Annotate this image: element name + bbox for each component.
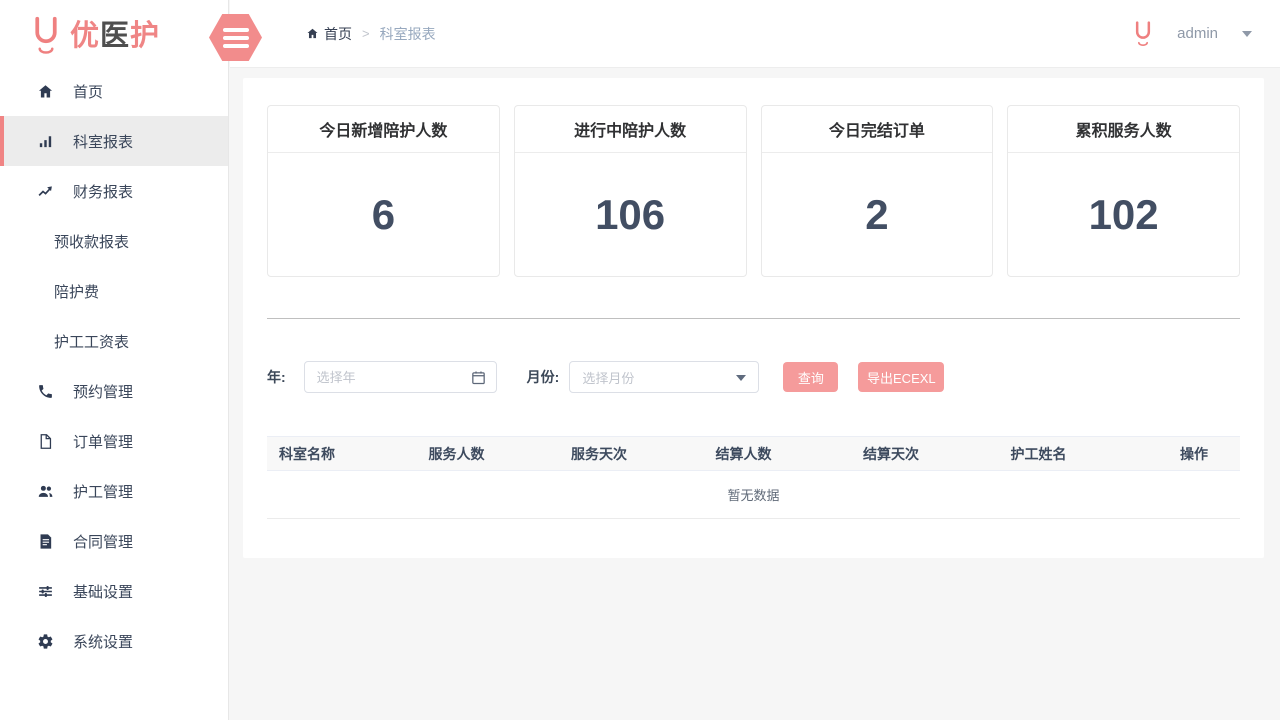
column-header: 结算人数 [670, 444, 817, 464]
top-header: 首页 > 科室报表 admin [230, 0, 1280, 68]
table-header-row: 科室名称 服务人数 服务天次 结算人数 结算天次 护工姓名 操作 [267, 436, 1240, 471]
sidebar-item-worker-salary[interactable]: 护工工资表 [0, 316, 228, 366]
home-icon [37, 83, 54, 100]
username: admin [1177, 25, 1218, 42]
sidebar-item-label: 预约管理 [73, 381, 133, 402]
breadcrumb-home-label: 首页 [324, 24, 352, 44]
breadcrumb-home-link[interactable]: 首页 [306, 24, 352, 44]
stat-card-title: 今日完结订单 [762, 106, 993, 153]
stat-card-title: 今日新增陪护人数 [268, 106, 499, 153]
content-panel: 今日新增陪护人数 6 进行中陪护人数 106 今日完结订单 2 累积服务人数 1… [243, 78, 1264, 558]
stat-card-title: 进行中陪护人数 [515, 106, 746, 153]
filter-bar: 年: 月份: 选择月份 查询 导出ECEXL [267, 361, 1240, 393]
sidebar-item-appointments[interactable]: 预约管理 [0, 366, 228, 416]
home-icon [306, 27, 319, 40]
sidebar-item-workers[interactable]: 护工管理 [0, 466, 228, 516]
stat-card-value: 102 [1008, 153, 1239, 277]
sidebar-item-home[interactable]: 首页 [0, 66, 228, 116]
brand-char: 护 [130, 20, 160, 52]
stat-card-value: 106 [515, 153, 746, 277]
year-input[interactable] [317, 363, 467, 391]
hamburger-icon [223, 36, 249, 40]
month-select[interactable]: 选择月份 [569, 361, 759, 393]
column-header: 操作 [1112, 444, 1240, 464]
year-label: 年: [267, 367, 286, 387]
trend-up-icon [37, 183, 54, 200]
sidebar-item-label: 陪护费 [54, 281, 99, 302]
file-icon [37, 433, 54, 450]
breadcrumb-current: 科室报表 [380, 24, 436, 44]
sidebar-item-system-settings[interactable]: 系统设置 [0, 616, 228, 666]
sliders-icon [37, 583, 54, 600]
sidebar-item-contracts[interactable]: 合同管理 [0, 516, 228, 566]
sidebar-item-basic-settings[interactable]: 基础设置 [0, 566, 228, 616]
sidebar-item-escort-fee[interactable]: 陪护费 [0, 266, 228, 316]
column-header: 结算天次 [817, 444, 965, 464]
phone-icon [37, 383, 54, 400]
brand-u-icon [31, 15, 61, 55]
search-button[interactable]: 查询 [783, 362, 838, 392]
gear-icon [37, 633, 54, 650]
stat-card-new-escort: 今日新增陪护人数 6 [267, 105, 500, 277]
contract-icon [37, 533, 54, 550]
avatar-u-icon [1133, 20, 1153, 47]
sidebar-item-label: 财务报表 [73, 181, 133, 202]
sidebar: 优医护 首页 科室报表 财务报表 预收款报表 陪护费 护工工资表 预约管理 [0, 0, 229, 720]
report-table: 科室名称 服务人数 服务天次 结算人数 结算天次 护工姓名 操作 暂无数据 [267, 436, 1240, 519]
sidebar-item-label: 科室报表 [73, 131, 133, 152]
sidebar-item-label: 护工工资表 [54, 331, 129, 352]
stat-card-value: 2 [762, 153, 993, 277]
sidebar-item-label: 订单管理 [73, 431, 133, 452]
breadcrumb: 首页 > 科室报表 [306, 24, 436, 44]
stat-card-title: 累积服务人数 [1008, 106, 1239, 153]
chevron-down-icon [736, 375, 746, 381]
stat-card-completed-orders: 今日完结订单 2 [761, 105, 994, 277]
section-divider [267, 318, 1240, 319]
hamburger-icon [223, 44, 249, 48]
brand-logo: 优医护 [0, 0, 228, 66]
column-header: 护工姓名 [965, 444, 1112, 464]
column-header: 服务天次 [528, 444, 670, 464]
stat-card-value: 6 [268, 153, 499, 277]
brand-char: 医 [100, 20, 130, 52]
sidebar-item-dept-report[interactable]: 科室报表 [0, 116, 228, 166]
table-empty-state: 暂无数据 [267, 471, 1240, 519]
stat-cards: 今日新增陪护人数 6 进行中陪护人数 106 今日完结订单 2 累积服务人数 1… [267, 105, 1240, 277]
sidebar-item-label: 基础设置 [73, 581, 133, 602]
month-label: 月份: [527, 367, 560, 387]
sidebar-item-orders[interactable]: 订单管理 [0, 416, 228, 466]
sidebar-item-label: 护工管理 [73, 481, 133, 502]
bar-chart-icon [37, 133, 54, 150]
year-picker [304, 361, 497, 393]
sidebar-item-label: 合同管理 [73, 531, 133, 552]
hamburger-icon [223, 28, 249, 32]
calendar-icon[interactable] [470, 369, 487, 386]
sidebar-item-label: 预收款报表 [54, 231, 129, 252]
brand-char: 优 [70, 20, 100, 52]
stat-card-total-served: 累积服务人数 102 [1007, 105, 1240, 277]
user-menu[interactable]: admin [1133, 20, 1252, 47]
brand-name: 优医护 [70, 12, 160, 54]
sidebar-item-label: 首页 [73, 81, 103, 102]
users-icon [37, 483, 54, 500]
breadcrumb-separator: > [362, 26, 370, 41]
sidebar-item-finance-report[interactable]: 财务报表 [0, 166, 228, 216]
column-header: 服务人数 [385, 444, 528, 464]
export-excel-button[interactable]: 导出ECEXL [858, 362, 944, 392]
sidebar-item-prepay-report[interactable]: 预收款报表 [0, 216, 228, 266]
column-header: 科室名称 [267, 444, 385, 464]
sidebar-item-label: 系统设置 [73, 631, 133, 652]
sidebar-menu: 首页 科室报表 财务报表 预收款报表 陪护费 护工工资表 预约管理 订单管理 [0, 66, 228, 666]
chevron-down-icon[interactable] [1242, 31, 1252, 37]
stat-card-in-progress: 进行中陪护人数 106 [514, 105, 747, 277]
month-select-placeholder: 选择月份 [582, 368, 634, 387]
